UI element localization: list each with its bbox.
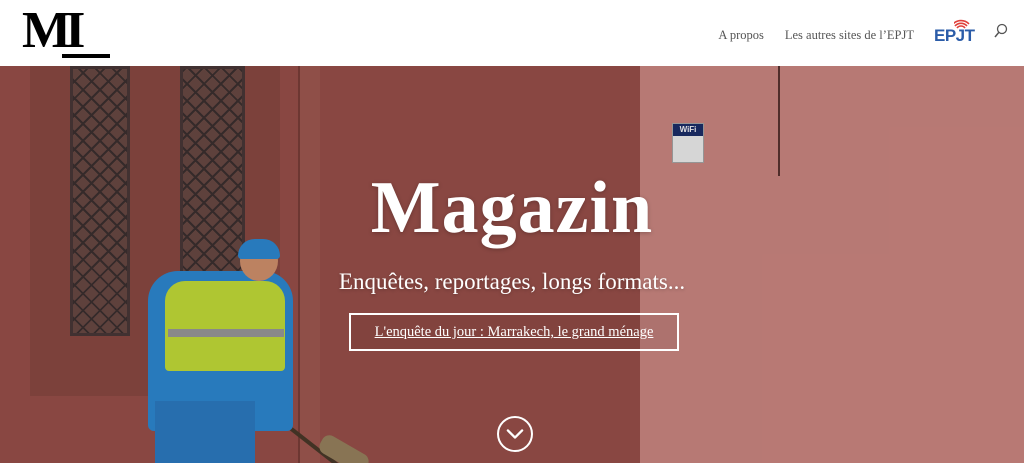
main-nav: A propos Les autres sites de l’EPJT EPJT — [697, 18, 975, 49]
chevron-down-circle-icon[interactable] — [497, 416, 533, 452]
hero-title: Magazin — [370, 167, 654, 249]
featured-story-button[interactable]: L'enquête du jour : Marrakech, le grand … — [349, 313, 679, 351]
hero-subtitle: Enquêtes, reportages, longs formats... — [338, 269, 686, 294]
site-logo[interactable]: MI — [22, 2, 110, 59]
site-header: MI A propos Les autres sites de l’EPJT E… — [0, 0, 1024, 66]
epjt-logo[interactable]: EPJT — [934, 18, 975, 46]
logo-underline — [62, 54, 110, 58]
nav-link-autres-sites[interactable]: Les autres sites de l’EPJT — [785, 28, 914, 43]
hero-banner: WiFi Magazin Enquêtes, reportages, longs… — [0, 66, 1024, 463]
nav-link-a-propos[interactable]: A propos — [718, 28, 764, 43]
search-icon[interactable] — [994, 23, 1008, 39]
hero-overlay — [0, 66, 1024, 463]
logo-text: MI — [22, 2, 85, 59]
signal-waves-icon — [954, 19, 970, 29]
